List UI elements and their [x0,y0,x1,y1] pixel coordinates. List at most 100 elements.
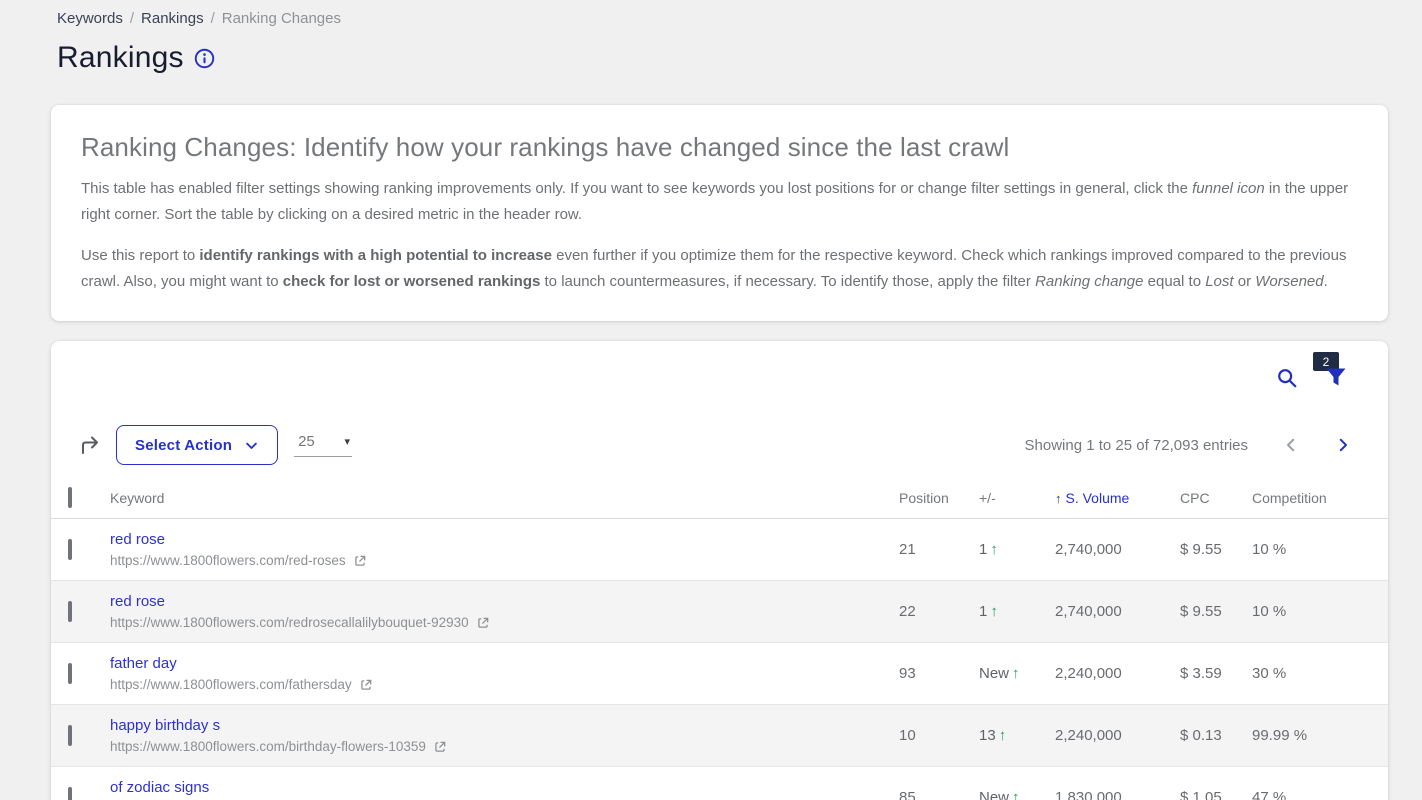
page: Keywords / Rankings / Ranking Changes Ra… [0,0,1388,800]
position-value: 85 [899,789,979,800]
change-value: 13 [979,727,996,744]
page-title: Rankings [57,41,184,75]
row-checkbox[interactable] [68,601,72,622]
header-competition[interactable]: Competition [1252,490,1388,506]
external-link-icon[interactable] [359,678,373,692]
text-segment-bold: identify rankings with a high potential … [199,247,552,264]
filter-funnel-icon[interactable]: 2 [1324,365,1348,389]
rankings-table: Keyword Position +/- ↑ S. Volume CPC Comp… [51,477,1388,800]
page-size-select[interactable]: 25 ▾ [294,433,352,457]
page-size-value: 25 [298,433,315,450]
position-value: 22 [899,603,979,620]
volume-value: 2,240,000 [1055,665,1180,682]
caret-down-icon: ▾ [345,435,351,448]
text-segment: equal to [1143,273,1205,290]
text-segment: to launch countermeasures, if necessary.… [540,273,1035,290]
text-segment: Use this report to [81,247,199,264]
table-row: happy birthday s https://www.1800flowers… [51,705,1388,767]
position-value: 93 [899,665,979,682]
breadcrumb-rankings[interactable]: Rankings [141,10,204,27]
breadcrumb-separator: / [130,10,134,27]
volume-value: 2,240,000 [1055,727,1180,744]
select-all-checkbox[interactable] [68,487,72,508]
change-value: 1 [979,603,987,620]
text-segment-italic: Ranking change [1035,273,1143,290]
keyword-url: https://www.1800flowers.com/redrosecalla… [110,615,469,630]
sort-ascending-icon: ↑ [1055,491,1062,506]
header-change[interactable]: +/- [979,490,1055,506]
info-icon[interactable] [194,48,215,69]
competition-value: 10 % [1252,603,1388,620]
competition-value: 99.99 % [1252,727,1388,744]
select-action-button[interactable]: Select Action [116,425,278,465]
cpc-value: $ 0.13 [1180,727,1252,744]
breadcrumb-separator: / [211,10,215,27]
intro-paragraph-2: Use this report to identify rankings wit… [81,243,1358,295]
intro-heading: Ranking Changes: Identify how your ranki… [81,132,1358,163]
row-checkbox[interactable] [68,539,72,560]
table-row: red rose https://www.1800flowers.com/red… [51,519,1388,581]
search-icon[interactable] [1276,367,1298,389]
keyword-link[interactable]: red rose [110,531,165,548]
header-cpc[interactable]: CPC [1180,490,1252,506]
external-link-icon[interactable] [476,616,490,630]
table-toolbar: Select Action 25 ▾ Showing 1 to 25 of 72… [51,425,1388,465]
row-checkbox[interactable] [68,787,72,800]
text-segment-italic: Worsened [1255,273,1323,290]
position-value: 21 [899,541,979,558]
competition-value: 47 % [1252,789,1388,800]
intro-card: Ranking Changes: Identify how your ranki… [51,105,1388,321]
chevron-down-icon [244,438,259,453]
header-keyword[interactable]: Keyword [110,490,899,506]
rank-up-icon: ↑ [1012,665,1020,682]
change-value: 1 [979,541,987,558]
change-value: New [979,665,1009,682]
text-segment: . [1324,273,1328,290]
cpc-value: $ 9.55 [1180,603,1252,620]
cpc-value: $ 9.55 [1180,541,1252,558]
cpc-value: $ 1.05 [1180,789,1252,800]
text-segment: or [1234,273,1256,290]
intro-paragraph-1: This table has enabled filter settings s… [81,176,1358,228]
rankings-table-card: 2 Select Action 25 ▾ [51,341,1388,800]
showing-entries-text: Showing 1 to 25 of 72,093 entries [1025,437,1249,454]
pagination-prev-icon[interactable] [1282,436,1300,454]
volume-value: 2,740,000 [1055,541,1180,558]
row-checkbox[interactable] [68,663,72,684]
change-value: New [979,789,1009,800]
competition-value: 10 % [1252,541,1388,558]
keyword-url: https://www.1800flowers.com/birthday-flo… [110,739,426,754]
keyword-link[interactable]: red rose [110,593,165,610]
header-position[interactable]: Position [899,490,979,506]
competition-value: 30 % [1252,665,1388,682]
text-segment-italic: funnel icon [1192,180,1265,197]
keyword-url: https://www.1800flowers.com/fathersday [110,677,352,692]
volume-value: 1,830,000 [1055,789,1180,800]
pagination-next-icon[interactable] [1334,436,1352,454]
select-action-label: Select Action [135,437,232,454]
table-row: red rose https://www.1800flowers.com/red… [51,581,1388,643]
position-value: 10 [899,727,979,744]
table-row: of zodiac signs https://www.1800flowers.… [51,767,1388,800]
keyword-link[interactable]: happy birthday s [110,717,220,734]
export-icon[interactable] [77,432,103,458]
breadcrumb: Keywords / Rankings / Ranking Changes [57,10,1388,27]
rank-up-icon: ↑ [990,603,998,620]
volume-value: 2,740,000 [1055,603,1180,620]
keyword-url: https://www.1800flowers.com/red-roses [110,553,346,568]
breadcrumb-keywords[interactable]: Keywords [57,10,123,27]
external-link-icon[interactable] [353,554,367,568]
row-checkbox[interactable] [68,725,72,746]
rank-up-icon: ↑ [1012,789,1020,800]
keyword-link[interactable]: of zodiac signs [110,779,209,796]
keyword-link[interactable]: father day [110,655,177,672]
cpc-value: $ 3.59 [1180,665,1252,682]
header-s-volume-label: S. Volume [1066,490,1130,506]
text-segment: This table has enabled filter settings s… [81,180,1192,197]
header-s-volume[interactable]: ↑ S. Volume [1055,490,1180,506]
text-segment-bold: check for lost or worsened rankings [283,273,541,290]
table-header-row: Keyword Position +/- ↑ S. Volume CPC Comp… [51,477,1388,519]
external-link-icon[interactable] [433,740,447,754]
breadcrumb-ranking-changes: Ranking Changes [222,10,341,27]
rank-up-icon: ↑ [990,541,998,558]
